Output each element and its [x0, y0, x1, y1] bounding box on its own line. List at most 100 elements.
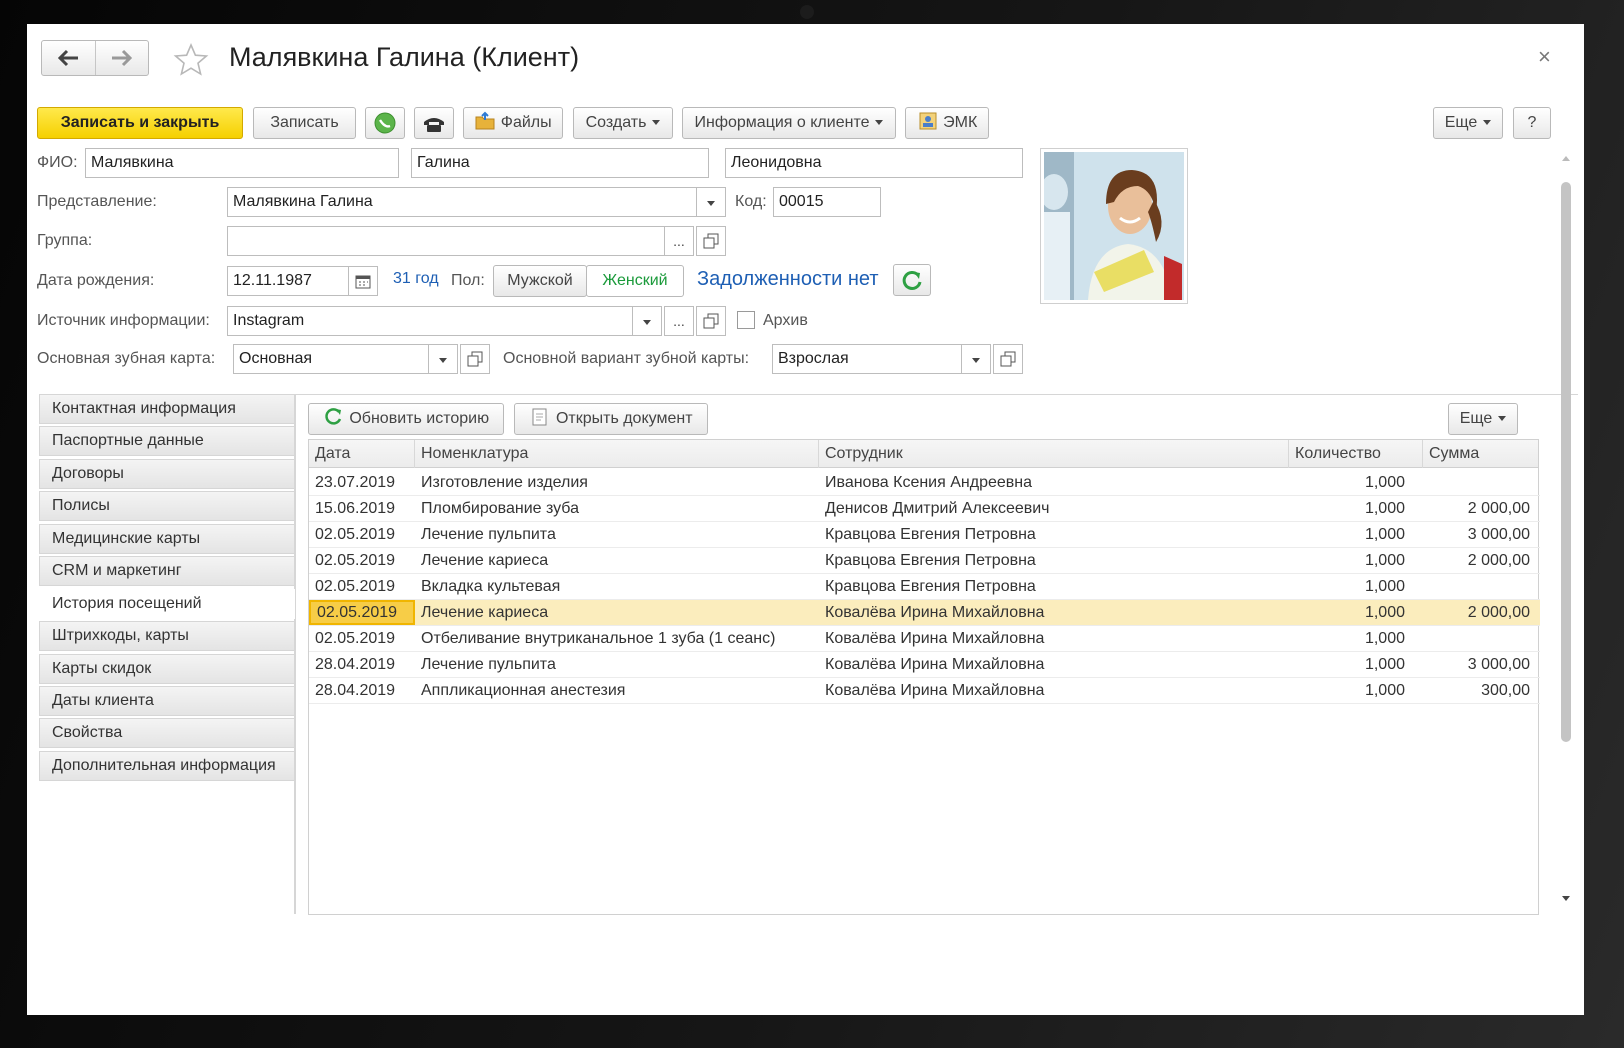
first-name-field[interactable]: Галина: [411, 148, 709, 178]
vertical-scrollbar[interactable]: [1559, 156, 1573, 916]
client-info-dropdown[interactable]: Информация о клиенте: [682, 107, 896, 139]
client-photo[interactable]: [1040, 148, 1188, 304]
column-header-quantity[interactable]: Количество: [1289, 440, 1423, 468]
dental-variant-dropdown-button[interactable]: [961, 344, 991, 374]
gender-male-button[interactable]: Мужской: [493, 265, 587, 297]
cell-sum: 300,00: [1481, 682, 1530, 699]
calendar-button[interactable]: [348, 266, 378, 296]
sidebar-item-policies[interactable]: Полисы: [39, 491, 295, 521]
scroll-down-icon[interactable]: [1562, 896, 1570, 901]
forward-button[interactable]: [96, 41, 148, 75]
group-open-button[interactable]: [696, 226, 726, 256]
dental-variant-open-button[interactable]: [993, 344, 1023, 374]
age-text: 31 год: [393, 270, 439, 287]
cell-item: Аппликационная анестезия: [421, 682, 626, 699]
presentation-dropdown-button[interactable]: [696, 187, 726, 217]
birth-date-field[interactable]: 12.11.1987: [227, 266, 349, 296]
star-icon: [173, 42, 209, 76]
gender-female-button[interactable]: Женский: [586, 265, 684, 297]
open-document-button[interactable]: Открыть документ: [514, 403, 708, 435]
create-dropdown[interactable]: Создать: [573, 107, 673, 139]
table-row-selected[interactable]: 02.05.2019 Лечение кариеса Ковалёва Ирин…: [309, 600, 1540, 626]
refresh-debt-button[interactable]: [893, 264, 931, 296]
dental-card-field[interactable]: Основная: [233, 344, 429, 374]
cell-date-current[interactable]: 02.05.2019: [309, 600, 415, 625]
call-green-icon: [374, 112, 396, 134]
cell-date: 28.04.2019: [315, 682, 396, 699]
column-header-sum[interactable]: Сумма: [1423, 440, 1538, 468]
phone-call-button[interactable]: [365, 107, 405, 139]
cell-sum: 3 000,00: [1467, 656, 1530, 673]
cell-item: Лечение пульпита: [421, 526, 556, 543]
more-dropdown[interactable]: Еще: [1433, 107, 1503, 139]
cell-sum: [1411, 470, 1536, 495]
group-label: Группа:: [37, 232, 93, 249]
debt-status-link[interactable]: Задолженности нет: [697, 268, 879, 291]
sidebar-item-visit-history[interactable]: История посещений: [39, 589, 295, 619]
table-row[interactable]: 02.05.2019 Отбеливание внутриканальное 1…: [309, 626, 1540, 652]
sidebar-item-client-dates[interactable]: Даты клиента: [39, 686, 295, 716]
table-row[interactable]: 28.04.2019 Лечение пульпита Ковалёва Ири…: [309, 652, 1540, 678]
cell-employee: Денисов Дмитрий Алексеевич: [825, 500, 1050, 517]
sidebar-item-contact[interactable]: Контактная информация: [39, 394, 295, 424]
history-more-dropdown[interactable]: Еще: [1448, 403, 1518, 435]
scroll-up-icon[interactable]: [1562, 156, 1570, 161]
save-close-button[interactable]: Записать и закрыть: [37, 107, 243, 139]
refresh-history-button[interactable]: Обновить историю: [308, 403, 504, 435]
cell-sum: 2 000,00: [1467, 500, 1530, 517]
sidebar-item-crm[interactable]: CRM и маркетинг: [39, 556, 295, 586]
last-name-field[interactable]: Малявкина: [85, 148, 399, 178]
table-row[interactable]: 02.05.2019 Лечение кариеса Кравцова Евге…: [309, 548, 1540, 574]
sidebar: Контактная информация Паспортные данные …: [39, 394, 295, 914]
scrollbar-thumb[interactable]: [1561, 182, 1571, 742]
table-row[interactable]: 28.04.2019 Аппликационная анестезия Кова…: [309, 678, 1540, 704]
save-button[interactable]: Записать: [253, 107, 356, 139]
sidebar-item-properties[interactable]: Свойства: [39, 718, 295, 748]
column-header-item[interactable]: Номенклатура: [415, 440, 819, 468]
presentation-field[interactable]: Малявкина Галина: [227, 187, 697, 217]
dental-variant-field[interactable]: Взрослая: [772, 344, 962, 374]
dental-card-dropdown-button[interactable]: [428, 344, 458, 374]
source-dropdown-button[interactable]: [632, 306, 662, 336]
refresh-icon: [325, 408, 342, 425]
files-button[interactable]: Файлы: [463, 107, 563, 139]
sidebar-item-medical-cards[interactable]: Медицинские карты: [39, 524, 295, 554]
column-header-date[interactable]: Дата: [309, 440, 415, 468]
more-label: Еще: [1444, 114, 1478, 131]
telephone-button[interactable]: [414, 107, 454, 139]
sidebar-item-additional-info[interactable]: Дополнительная информация: [39, 751, 295, 781]
table-header: Дата Номенклатура Сотрудник Количество С…: [309, 440, 1538, 468]
sidebar-item-passport[interactable]: Паспортные данные: [39, 426, 295, 456]
cell-sum: 2 000,00: [1467, 604, 1530, 621]
middle-name-field[interactable]: Леонидовна: [725, 148, 1023, 178]
group-field[interactable]: [227, 226, 665, 256]
sidebar-item-contracts[interactable]: Договоры: [39, 459, 295, 489]
emk-button[interactable]: ЭМК: [905, 107, 989, 139]
table-row[interactable]: 02.05.2019 Лечение пульпита Кравцова Евг…: [309, 522, 1540, 548]
help-button[interactable]: ?: [1513, 107, 1551, 139]
cell-sum: [1411, 626, 1536, 651]
table-row[interactable]: 15.06.2019 Пломбирование зуба Денисов Дм…: [309, 496, 1540, 522]
table-row[interactable]: 02.05.2019 Вкладка культевая Кравцова Ев…: [309, 574, 1540, 600]
code-field[interactable]: 00015: [773, 187, 881, 217]
calendar-icon: [355, 275, 371, 289]
cell-employee: Ковалёва Ирина Михайловна: [825, 630, 1045, 647]
open-window-icon: [703, 313, 719, 329]
open-window-icon: [467, 351, 483, 367]
table-row[interactable]: 23.07.2019 Изготовление изделия Иванова …: [309, 470, 1540, 496]
sidebar-item-barcodes[interactable]: Штрихкоды, карты: [39, 621, 295, 651]
column-header-employee[interactable]: Сотрудник: [819, 440, 1289, 468]
archive-label: Архив: [763, 312, 808, 329]
cell-sum: [1411, 574, 1536, 599]
dental-card-open-button[interactable]: [460, 344, 490, 374]
back-button[interactable]: [42, 41, 96, 75]
archive-checkbox[interactable]: [737, 311, 755, 329]
cell-employee: Кравцова Евгения Петровна: [825, 552, 1036, 569]
source-field[interactable]: Instagram: [227, 306, 633, 336]
source-open-button[interactable]: [696, 306, 726, 336]
favorite-star-button[interactable]: [173, 42, 209, 78]
group-select-button[interactable]: ...: [664, 226, 694, 256]
close-icon[interactable]: ×: [1538, 44, 1551, 70]
sidebar-item-discount-cards[interactable]: Карты скидок: [39, 654, 295, 684]
source-select-button[interactable]: ...: [664, 306, 694, 336]
